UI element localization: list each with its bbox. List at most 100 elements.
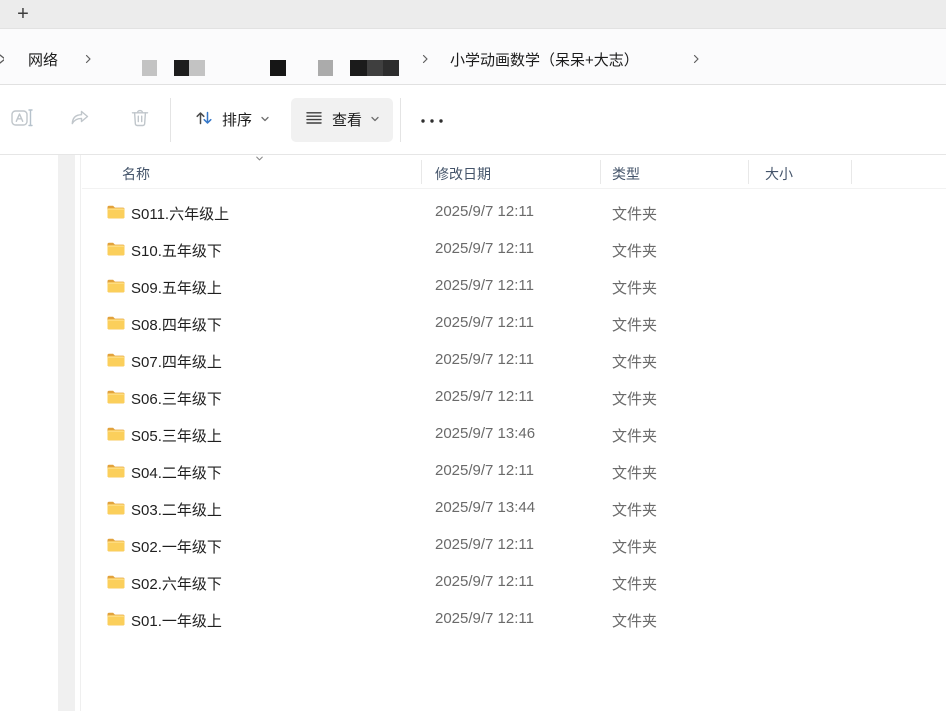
file-date: 2025/9/7 12:11 — [435, 388, 534, 405]
navigation-pane-scrollbar[interactable] — [58, 155, 75, 711]
file-name: S03.二年级上 — [131, 502, 222, 519]
table-row[interactable]: S06.三年级下 2025/9/7 12:11 文件夹 — [82, 378, 946, 415]
column-header-name[interactable]: 名称 — [122, 164, 150, 184]
folder-icon — [107, 538, 125, 557]
column-divider[interactable] — [748, 160, 749, 184]
breadcrumb-separator-icon[interactable] — [690, 52, 702, 64]
table-row[interactable]: S02.一年级下 2025/9/7 12:11 文件夹 — [82, 526, 946, 563]
file-name: S08.四年级下 — [131, 317, 222, 334]
new-tab-button[interactable]: + — [11, 2, 35, 26]
file-type: 文件夹 — [612, 317, 658, 334]
folder-icon — [107, 427, 125, 446]
file-name: S07.四年级上 — [131, 354, 222, 371]
ellipsis-icon — [418, 112, 446, 129]
file-type: 文件夹 — [612, 243, 658, 260]
file-type: 文件夹 — [612, 354, 658, 371]
table-row[interactable]: S09.五年级上 2025/9/7 12:11 文件夹 — [82, 267, 946, 304]
command-toolbar: 排序 查看 — [0, 85, 946, 155]
breadcrumb-redacted — [142, 60, 399, 76]
file-date: 2025/9/7 12:11 — [435, 203, 534, 220]
share-button[interactable] — [58, 98, 102, 142]
file-name: S09.五年级上 — [131, 280, 222, 297]
file-date: 2025/9/7 12:11 — [435, 536, 534, 553]
breadcrumb-separator-icon[interactable] — [82, 52, 94, 64]
chevron-down-icon — [369, 112, 381, 129]
column-header-type[interactable]: 类型 — [612, 164, 640, 184]
file-type: 文件夹 — [612, 539, 658, 556]
file-type: 文件夹 — [612, 576, 658, 593]
rename-button[interactable] — [0, 98, 44, 142]
folder-icon — [107, 242, 125, 261]
file-name: S05.三年级上 — [131, 428, 222, 445]
tab-bar: + — [0, 0, 946, 29]
column-divider[interactable] — [421, 160, 422, 184]
sort-button[interactable]: 排序 — [183, 98, 281, 142]
column-header-row: 名称 修改日期 类型 大小 — [82, 155, 946, 189]
file-type: 文件夹 — [612, 502, 658, 519]
file-name: S02.六年级下 — [131, 576, 222, 593]
sort-button-label: 排序 — [222, 111, 253, 129]
share-icon — [68, 106, 92, 134]
navigation-pane — [0, 155, 81, 711]
file-name: S06.三年级下 — [131, 391, 222, 408]
folder-icon — [107, 353, 125, 372]
folder-icon — [107, 279, 125, 298]
toolbar-divider — [170, 98, 171, 142]
file-name: S011.六年级上 — [131, 206, 230, 223]
rename-icon — [10, 106, 34, 134]
file-date: 2025/9/7 12:11 — [435, 351, 534, 368]
more-options-button[interactable] — [410, 98, 454, 142]
table-row[interactable]: S10.五年级下 2025/9/7 12:11 文件夹 — [82, 230, 946, 267]
table-row[interactable]: S05.三年级上 2025/9/7 13:46 文件夹 — [82, 415, 946, 452]
address-bar: 网络 小学动画数学（呆呆+大志） — [0, 29, 946, 85]
file-type: 文件夹 — [612, 206, 658, 223]
folder-icon — [107, 501, 125, 520]
table-row[interactable]: S011.六年级上 2025/9/7 12:11 文件夹 — [82, 193, 946, 230]
file-date: 2025/9/7 12:11 — [435, 240, 534, 257]
file-date: 2025/9/7 13:44 — [435, 499, 536, 516]
folder-icon — [107, 464, 125, 483]
file-date: 2025/9/7 12:11 — [435, 610, 534, 627]
file-date: 2025/9/7 12:11 — [435, 314, 534, 331]
table-row[interactable]: S03.二年级上 2025/9/7 13:44 文件夹 — [82, 489, 946, 526]
file-name: S04.二年级下 — [131, 465, 222, 482]
view-button-label: 查看 — [332, 111, 363, 129]
file-date: 2025/9/7 12:11 — [435, 573, 534, 590]
file-name: S01.一年级上 — [131, 613, 222, 630]
sort-arrows-icon — [193, 107, 215, 133]
table-row[interactable]: S04.二年级下 2025/9/7 12:11 文件夹 — [82, 452, 946, 489]
file-date: 2025/9/7 13:46 — [435, 425, 536, 442]
chevron-down-icon — [259, 112, 271, 129]
table-row[interactable]: S08.四年级下 2025/9/7 12:11 文件夹 — [82, 304, 946, 341]
column-divider[interactable] — [600, 160, 601, 184]
file-list-view: 名称 修改日期 类型 大小 S011.六年级上 2025/9/7 12:11 文… — [82, 155, 946, 711]
folder-icon — [107, 205, 125, 224]
file-name: S10.五年级下 — [131, 243, 222, 260]
delete-button[interactable] — [118, 98, 162, 142]
breadcrumb-item-network[interactable]: 网络 — [28, 49, 58, 70]
breadcrumb-edge-chevron-icon — [0, 52, 4, 64]
file-name: S02.一年级下 — [131, 539, 222, 556]
view-button[interactable]: 查看 — [291, 98, 394, 142]
file-type: 文件夹 — [612, 280, 658, 297]
table-row[interactable]: S07.四年级上 2025/9/7 12:11 文件夹 — [82, 341, 946, 378]
breadcrumb-separator-icon[interactable] — [419, 52, 431, 64]
table-row[interactable]: S02.六年级下 2025/9/7 12:11 文件夹 — [82, 563, 946, 600]
folder-icon — [107, 612, 125, 631]
list-lines-icon — [303, 107, 325, 133]
file-date: 2025/9/7 12:11 — [435, 462, 534, 479]
column-header-size[interactable]: 大小 — [765, 164, 793, 184]
column-divider[interactable] — [851, 160, 852, 184]
column-header-date-modified[interactable]: 修改日期 — [435, 164, 491, 184]
trash-icon — [128, 106, 152, 134]
folder-icon — [107, 316, 125, 335]
toolbar-divider — [400, 98, 401, 142]
breadcrumb-item-current-folder[interactable]: 小学动画数学（呆呆+大志） — [450, 49, 639, 70]
main-area: 名称 修改日期 类型 大小 S011.六年级上 2025/9/7 12:11 文… — [0, 155, 946, 711]
file-type: 文件夹 — [612, 391, 658, 408]
file-list: S011.六年级上 2025/9/7 12:11 文件夹 S10.五年级下 20… — [82, 189, 946, 637]
folder-icon — [107, 575, 125, 594]
sort-descending-indicator-icon — [254, 151, 265, 169]
table-row[interactable]: S01.一年级上 2025/9/7 12:11 文件夹 — [82, 600, 946, 637]
file-type: 文件夹 — [612, 613, 658, 630]
